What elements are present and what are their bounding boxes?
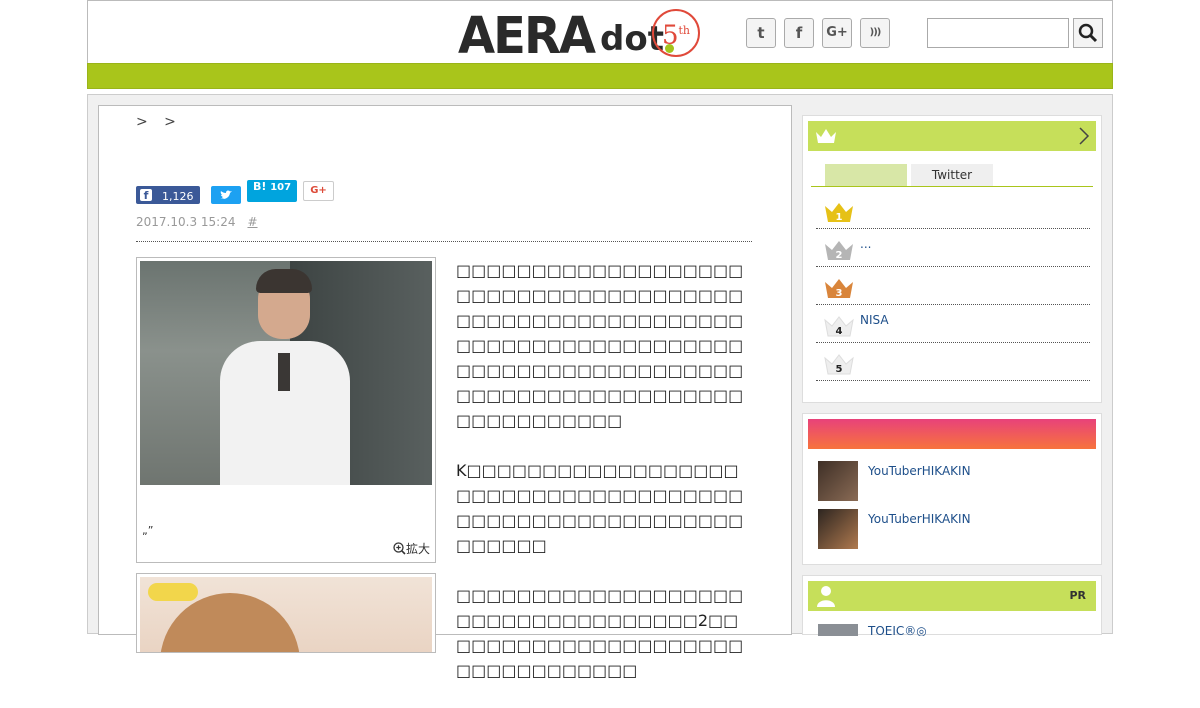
photo-tie [278,353,290,391]
rss-glyph: ))) [869,27,882,38]
chevron-right-icon[interactable] [1078,126,1090,146]
rank-number: 4 [836,326,843,337]
second-photo-figure[interactable] [136,573,436,653]
twitter-share-button[interactable] [211,186,241,204]
rank-crown-icon: 1 [825,203,853,223]
video-header [808,419,1096,449]
twitter-icon[interactable]: t [746,18,776,48]
rss-icon[interactable]: ))) [860,18,890,48]
twitter-glyph: t [757,24,765,42]
person-icon [817,586,835,607]
article-paragraph-1: □□□□□□□□□□□□□□□□□□□□□□□□□□□□□□□□□□□□□□□□… [456,261,744,430]
twitter-share-icon [220,190,232,199]
video-widget: YouTuberHIKAKIN YouTuberHIKAKIN [802,413,1102,565]
video-thumbnail[interactable] [818,461,858,501]
pr-item[interactable]: TOEIC®◎ [818,624,1088,636]
site-header: AERA dot 5th t f G+ ))) [87,0,1113,64]
facebook-share-icon: f [140,189,152,202]
child-hair [160,593,300,652]
zoom-button[interactable]: 拡大 [393,540,430,557]
article-paragraph-2: K□□□□□□□□□□□□□□□□□□□□□□□□□□□□□□□□□□□□□□□… [456,461,744,555]
pr-label: PR [1069,589,1086,602]
logo-aera-text: AERA [458,6,596,66]
facebook-share-button[interactable]: f 1,126 [136,186,200,204]
pr-header: PR [808,581,1096,611]
hash-link[interactable]: # [247,215,257,229]
tab-underline [811,186,1093,187]
video-item[interactable]: YouTuberHIKAKIN [813,509,1093,553]
page-frame: AERA dot 5th t f G+ ))) > > f 1,126 B! 1… [87,0,1113,680]
ranking-item[interactable]: 5 [816,343,1090,381]
pr-thumbnail[interactable] [818,624,858,636]
rank-number: 3 [836,288,843,299]
zoom-label: 拡大 [406,542,431,556]
hair-clip [148,583,198,601]
video-title[interactable]: YouTuberHIKAKIN [868,464,971,478]
dotted-divider [136,241,752,242]
article-paragraph-3: □□□□□□□□□□□□□□□□□□□□□□□□□□□□□□□□□□□2□□□□… [456,586,744,680]
crown-icon [816,129,836,143]
hatena-label: B! [252,180,267,193]
ranking-item-text[interactable]: ... [860,237,871,251]
rank-number: 1 [836,212,843,223]
rank-crown-icon: 2 [825,241,853,261]
facebook-glyph: f [795,24,803,42]
google-plus-share-button[interactable]: G+ [303,181,334,201]
child-photo[interactable] [140,577,432,652]
pr-item-text[interactable]: TOEIC®◎ [868,624,927,636]
google-plus-glyph: G+ [826,25,848,40]
rank-crown-icon: 4 [824,316,854,337]
doctor-photo[interactable] [140,261,432,485]
green-nav-bar [87,63,1113,89]
hatena-count: 107 [270,182,292,193]
search-button[interactable] [1073,18,1103,48]
facebook-icon[interactable]: f [784,18,814,48]
video-thumbnail[interactable] [818,509,858,549]
ranking-widget: Twitter 1 2... 3 4 NISA 5 [802,115,1102,403]
article-body: □□□□□□□□□□□□□□□□□□□□□□□□□□□□□□□□□□□□□□□□… [456,258,752,708]
anniversary-suffix: th [678,24,691,37]
photo-hair [256,269,312,293]
article-panel: > > f 1,126 B! 107 G+ 2017.10.3 15:24 # [98,105,792,680]
article-date: 2017.10.3 15:24 # [136,215,258,229]
search-icon [1078,23,1098,43]
breadcrumb[interactable]: > > [136,114,182,130]
rank-number: 2 [836,250,843,261]
rank-crown-icon: 5 [824,354,854,375]
rank-number: 5 [836,364,843,375]
video-title[interactable]: YouTuberHIKAKIN [868,512,971,526]
rank-crown-icon: 3 [825,279,853,299]
ranking-item-text[interactable]: NISA [860,313,889,327]
anniversary-number: 5 [661,20,679,51]
ranking-item[interactable]: 1 [816,191,1090,229]
zoom-in-icon [393,542,406,555]
facebook-share-count: 1,126 [162,190,194,203]
ranking-item[interactable]: 4 NISA [816,305,1090,343]
site-logo[interactable]: AERA dot [458,6,674,66]
tab-ranking-default[interactable] [825,164,907,186]
date-text: 2017.10.3 15:24 [136,215,236,229]
anniversary-badge: 5th [652,9,700,57]
video-item[interactable]: YouTuberHIKAKIN [813,461,1093,505]
ranking-item[interactable]: 2... [816,229,1090,267]
ranking-header[interactable] [808,121,1096,151]
pr-widget: PR TOEIC®◎ [802,575,1102,636]
search-input[interactable] [927,18,1069,48]
photo-caption: „” [142,524,154,537]
ranking-item[interactable]: 3 [816,267,1090,305]
hatena-bookmark-button[interactable]: B! 107 [247,180,297,202]
main-photo-figure[interactable]: „” 拡大 [136,257,436,563]
tab-twitter[interactable]: Twitter [911,164,993,186]
google-plus-icon[interactable]: G+ [822,18,852,48]
google-plus-share-label: G+ [310,185,327,196]
